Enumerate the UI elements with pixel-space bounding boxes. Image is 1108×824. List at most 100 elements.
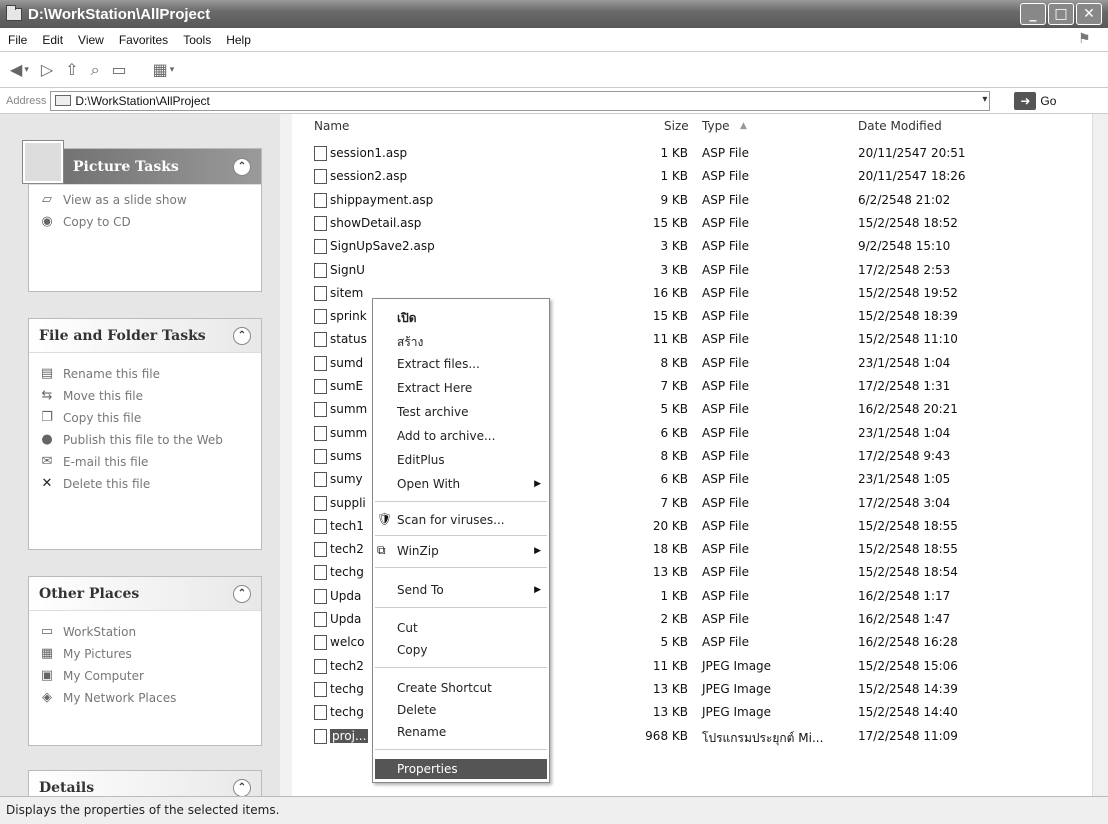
ctx-extract-here[interactable]: Extract Here (397, 381, 472, 395)
views-button[interactable]: ▦ ▾ (153, 60, 175, 79)
file-size: 3 KB (660, 262, 688, 277)
menu-file[interactable]: File (8, 33, 27, 47)
file-date: 23/1/2548 1:04 (858, 425, 951, 440)
collapse-icon[interactable]: ⌃ (233, 778, 251, 796)
file-name: welco (330, 635, 365, 650)
picture-tasks-header[interactable]: Picture Tasks ⌃ (29, 149, 261, 185)
file-name: tech2 (330, 542, 364, 557)
file-date: 23/1/2548 1:04 (858, 355, 951, 370)
dropdown-arrow-icon[interactable]: ▾ (982, 94, 987, 105)
ctx-send-to[interactable]: Send To (397, 583, 444, 597)
column-size[interactable]: Size (664, 119, 689, 133)
ctx-rename[interactable]: Rename (397, 725, 446, 739)
task-delete[interactable]: ✕ Delete this file (39, 477, 251, 492)
ctx-add-to-archive[interactable]: Add to archive... (397, 429, 495, 443)
menu-favorites[interactable]: Favorites (119, 33, 168, 47)
file-size: 6 KB (660, 425, 688, 440)
place-my-computer[interactable]: ▣ My Computer (39, 669, 251, 684)
menu-tools[interactable]: Tools (183, 33, 211, 47)
close-button[interactable]: ✕ (1076, 3, 1102, 25)
file-list-scrollbar[interactable] (1092, 114, 1108, 796)
file-size: 13 KB (652, 705, 688, 720)
file-size: 15 KB (652, 309, 688, 324)
task-rename[interactable]: ▤ Rename this file (39, 367, 251, 382)
go-label: Go (1040, 93, 1057, 108)
task-copy[interactable]: ❐ Copy this file (39, 411, 251, 426)
maximize-button[interactable]: □ (1048, 3, 1074, 25)
asp-file-icon (314, 542, 327, 558)
ctx-properties[interactable]: Properties (375, 759, 547, 779)
column-date[interactable]: Date Modified (858, 119, 942, 133)
ctx-cut[interactable]: Cut (397, 621, 418, 635)
task-publish[interactable]: ● Publish this file to the Web (39, 432, 251, 448)
other-places-title: Other Places (39, 585, 140, 602)
file-size: 3 KB (660, 239, 688, 254)
ctx-open-with[interactable]: Open With (397, 477, 460, 491)
task-label: Move this file (63, 389, 143, 403)
ctx-open[interactable]: เปิด (397, 309, 417, 328)
file-size: 16 KB (652, 285, 688, 300)
globe-icon: ● (41, 432, 53, 447)
column-name[interactable]: Name (314, 119, 349, 133)
ctx-extract-files[interactable]: Extract files... (397, 357, 480, 371)
table-row[interactable]: shippayment.asp 9 KB ASP File 6/2/2548 21:0… (292, 189, 1092, 212)
place-my-pictures[interactable]: ▦ My Pictures (39, 647, 251, 662)
task-email[interactable]: ✉ E-mail this file (39, 454, 251, 470)
file-date: 16/2/2548 1:17 (858, 588, 951, 603)
asp-file-icon (314, 565, 327, 581)
submenu-arrow-icon: ▶ (534, 585, 541, 595)
folders-button[interactable]: ▭ (112, 60, 127, 79)
table-row[interactable]: showDetail.asp 15 KB ASP File 15/2/2548 18:… (292, 212, 1092, 235)
file-size: 13 KB (652, 565, 688, 580)
file-size: 9 KB (660, 192, 688, 207)
collapse-icon[interactable]: ⌃ (233, 584, 251, 603)
menu-view[interactable]: View (78, 33, 104, 47)
file-type: ASP File (702, 379, 749, 393)
menu-help[interactable]: Help (226, 33, 251, 47)
go-button[interactable]: ➜ Go (1014, 91, 1057, 110)
file-size: 8 KB (660, 355, 688, 370)
place-my-network[interactable]: ◈ My Network Places (39, 691, 251, 706)
task-label: Publish this file to the Web (63, 433, 223, 447)
collapse-icon[interactable]: ⌃ (233, 157, 251, 176)
table-row[interactable]: SignUpSave2.asp 3 KB ASP File 9/2/2548 15:1… (292, 235, 1092, 258)
address-input[interactable]: D:\WorkStation\AllProject ▾ (50, 90, 991, 111)
file-type: ASP File (702, 146, 749, 160)
table-row[interactable]: session1.asp 1 KB ASP File 20/11/2547 20:51 (292, 142, 1092, 165)
task-slideshow[interactable]: ▱ View as a slide show (39, 193, 251, 208)
email-icon: ✉ (41, 454, 53, 469)
collapse-icon[interactable]: ⌃ (233, 326, 251, 345)
ctx-create-shortcut[interactable]: Create Shortcut (397, 681, 492, 695)
ctx-winzip[interactable]: WinZip (397, 544, 439, 558)
search-button[interactable]: ⌕ (91, 60, 100, 80)
picture-tasks-title: Picture Tasks (73, 158, 179, 175)
forward-button[interactable]: ▷ (41, 60, 53, 79)
menu-edit[interactable]: Edit (42, 33, 63, 47)
task-move[interactable]: ⇆ Move this file (39, 389, 251, 404)
ctx-editplus[interactable]: EditPlus (397, 453, 445, 467)
file-size: 5 KB (660, 635, 688, 650)
table-row[interactable]: session2.asp 1 KB ASP File 20/11/2547 18:26 (292, 165, 1092, 188)
ctx-create[interactable]: สร้าง (397, 333, 423, 352)
file-name: SignUpSave2.asp (330, 239, 435, 254)
ctx-scan-viruses[interactable]: Scan for viruses... (397, 513, 505, 527)
details-header[interactable]: Details ⌃ (29, 771, 261, 796)
file-folder-tasks-header[interactable]: File and Folder Tasks ⌃ (29, 319, 261, 353)
ctx-test-archive[interactable]: Test archive (397, 405, 469, 419)
up-button[interactable]: ⇧ (65, 60, 78, 79)
shield-icon: 🛡 (377, 512, 393, 526)
back-button[interactable]: ◀ ▾ (10, 60, 29, 79)
place-workstation[interactable]: ▭ WorkStation (39, 625, 251, 640)
place-label: My Network Places (63, 691, 177, 705)
ctx-copy[interactable]: Copy (397, 643, 427, 657)
task-pane-scrollbar[interactable] (280, 114, 292, 796)
task-label: Delete this file (63, 477, 151, 491)
ctx-delete[interactable]: Delete (397, 703, 436, 717)
file-date: 15/2/2548 18:52 (858, 215, 958, 230)
table-row[interactable]: SignU 3 KB ASP File 17/2/2548 2:53 (292, 259, 1092, 282)
asp-file-icon (314, 495, 327, 511)
column-type[interactable]: Type (702, 119, 730, 133)
minimize-button[interactable]: _ (1020, 3, 1046, 25)
other-places-header[interactable]: Other Places ⌃ (29, 577, 261, 611)
task-copy-to-cd[interactable]: ◉ Copy to CD (39, 215, 251, 230)
